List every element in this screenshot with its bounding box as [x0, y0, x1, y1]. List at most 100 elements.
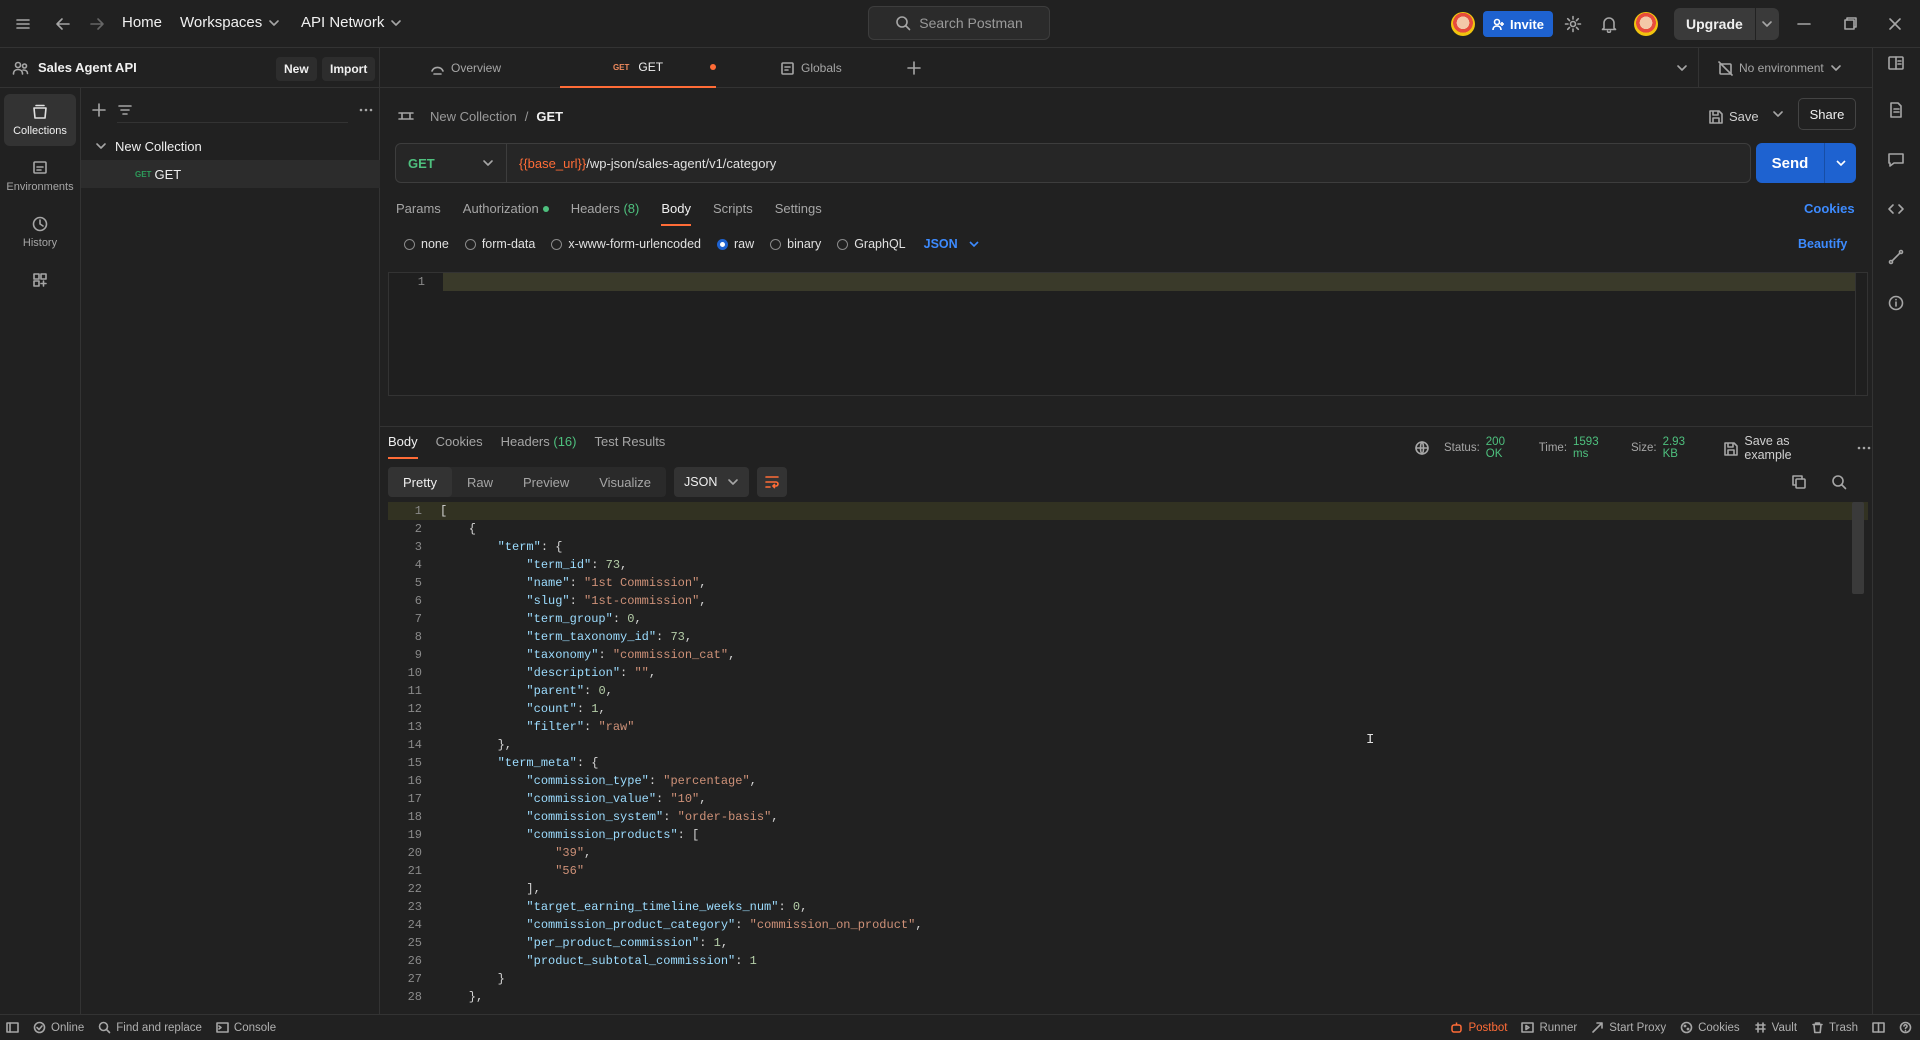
resp-tab-test-results[interactable]: Test Results: [595, 434, 666, 459]
online-status[interactable]: Online: [33, 1021, 84, 1034]
wrap-lines-button[interactable]: [757, 467, 788, 497]
menu-icon[interactable]: [14, 15, 32, 33]
editor-scrollbar[interactable]: [1855, 273, 1867, 395]
beautify-link[interactable]: Beautify: [1798, 237, 1847, 251]
response-body-code[interactable]: 1[2 {3 "term": {4 "term_id": 73, 5 "name"…: [388, 502, 1868, 1008]
help-icon[interactable]: [1899, 1021, 1912, 1034]
size-value[interactable]: 2.93 KB: [1663, 436, 1704, 460]
share-button[interactable]: Share: [1798, 98, 1856, 130]
search-box[interactable]: Search Postman: [868, 6, 1050, 40]
tab-settings[interactable]: Settings: [775, 201, 822, 226]
upgrade-button[interactable]: Upgrade: [1674, 8, 1779, 40]
body-type-binary[interactable]: binary: [770, 237, 821, 251]
tab-overview[interactable]: Overview: [430, 48, 530, 88]
method-select[interactable]: GET: [395, 143, 507, 183]
rail-collections[interactable]: Collections: [4, 94, 76, 146]
comments-icon[interactable]: [1887, 151, 1905, 169]
maximize-icon[interactable]: [1842, 16, 1858, 32]
view-preview[interactable]: Preview: [508, 467, 584, 497]
code-text: }: [440, 972, 505, 986]
body-type-graphql[interactable]: GraphQL: [837, 237, 906, 251]
save-button[interactable]: Save: [1708, 100, 1759, 132]
profile-avatar[interactable]: [1634, 12, 1658, 36]
breadcrumb-request[interactable]: GET: [536, 109, 563, 124]
request-item[interactable]: GET GET: [81, 160, 380, 188]
body-type-urlencoded[interactable]: x-www-form-urlencoded: [551, 237, 701, 251]
find-replace-button[interactable]: Find and replace: [98, 1021, 202, 1034]
related-collections-icon[interactable]: [1887, 248, 1905, 266]
minimize-icon[interactable]: [1796, 16, 1812, 32]
postbot-button[interactable]: Postbot: [1450, 1021, 1507, 1034]
forward-arrow-icon[interactable]: [88, 15, 106, 33]
home-link[interactable]: Home: [122, 14, 162, 31]
bell-icon[interactable]: [1600, 15, 1618, 33]
add-collection-button[interactable]: [91, 102, 107, 118]
globe-icon[interactable]: [1414, 440, 1430, 456]
environment-select[interactable]: No environment: [1718, 48, 1842, 88]
rail-configure[interactable]: [4, 262, 76, 298]
tab-params[interactable]: Params: [396, 201, 441, 226]
cookies-link[interactable]: Cookies: [1804, 201, 1855, 216]
resp-tab-headers[interactable]: Headers (16): [501, 434, 577, 459]
view-raw[interactable]: Raw: [452, 467, 508, 497]
filter-input[interactable]: [117, 97, 348, 123]
search-icon[interactable]: [1831, 474, 1847, 490]
time-value[interactable]: 1593 ms: [1573, 436, 1617, 460]
more-options-icon[interactable]: [358, 102, 374, 118]
vault-button[interactable]: Vault: [1754, 1021, 1797, 1034]
console-button[interactable]: Console: [216, 1021, 276, 1034]
body-type-none[interactable]: none: [404, 237, 449, 251]
import-button[interactable]: Import: [322, 57, 376, 81]
toggle-sidebar-icon[interactable]: [6, 1021, 19, 1034]
code-icon[interactable]: [1887, 200, 1905, 218]
trash-button[interactable]: Trash: [1811, 1021, 1858, 1034]
send-dropdown[interactable]: [1824, 143, 1856, 183]
tabs-dropdown[interactable]: [1676, 48, 1688, 88]
send-button[interactable]: Send: [1756, 143, 1824, 183]
view-pretty[interactable]: Pretty: [388, 467, 452, 497]
code-scrollbar-thumb[interactable]: [1852, 502, 1864, 594]
save-dropdown[interactable]: [1772, 108, 1784, 120]
body-type-raw[interactable]: raw: [717, 237, 754, 251]
cookies-button[interactable]: Cookies: [1680, 1021, 1740, 1034]
user-avatar-small[interactable]: [1451, 12, 1475, 36]
settings-icon[interactable]: [1564, 15, 1582, 33]
tab-authorization[interactable]: Authorization: [463, 201, 549, 226]
tab-body[interactable]: Body: [661, 201, 691, 226]
start-proxy-button[interactable]: Start Proxy: [1591, 1021, 1666, 1034]
resp-tab-cookies[interactable]: Cookies: [436, 434, 483, 459]
view-visualize[interactable]: Visualize: [584, 467, 666, 497]
close-icon[interactable]: [1887, 16, 1903, 32]
more-options-icon[interactable]: [1856, 440, 1872, 456]
runner-button[interactable]: Runner: [1521, 1021, 1577, 1034]
tab-globals[interactable]: Globals: [780, 48, 900, 88]
resp-tab-body[interactable]: Body: [388, 434, 418, 459]
workspaces-menu[interactable]: Workspaces: [180, 14, 280, 31]
breadcrumb-collection[interactable]: New Collection: [430, 109, 517, 124]
rail-history[interactable]: History: [4, 206, 76, 258]
tab-scripts[interactable]: Scripts: [713, 201, 753, 226]
documentation-icon[interactable]: [1887, 101, 1905, 119]
status-value[interactable]: 200 OK: [1486, 436, 1525, 460]
info-icon[interactable]: [1887, 294, 1905, 312]
tab-get-request[interactable]: GET GET: [560, 48, 716, 88]
layout-toggle-icon[interactable]: [1887, 54, 1905, 72]
upgrade-dropdown[interactable]: [1754, 8, 1779, 40]
url-input[interactable]: {{base_url}} /wp-json/sales-agent/v1/cat…: [507, 143, 1751, 183]
back-arrow-icon[interactable]: [54, 15, 72, 33]
pane-divider[interactable]: [380, 426, 1872, 427]
body-language-select[interactable]: JSON: [924, 237, 980, 251]
rail-environments[interactable]: Environments: [4, 150, 76, 202]
two-pane-icon[interactable]: [1872, 1021, 1885, 1034]
invite-button[interactable]: Invite: [1483, 11, 1553, 37]
new-tab-button[interactable]: [906, 48, 922, 88]
new-button[interactable]: New: [276, 57, 317, 81]
collection-item[interactable]: New Collection: [81, 132, 380, 160]
save-as-example-button[interactable]: Save as example: [1744, 434, 1840, 462]
body-type-form-data[interactable]: form-data: [464, 237, 535, 251]
tab-headers[interactable]: Headers (8): [571, 201, 640, 226]
format-select[interactable]: JSON: [674, 467, 750, 497]
copy-icon[interactable]: [1791, 474, 1807, 490]
request-body-editor[interactable]: 1: [388, 272, 1868, 396]
api-network-menu[interactable]: API Network: [301, 14, 402, 31]
